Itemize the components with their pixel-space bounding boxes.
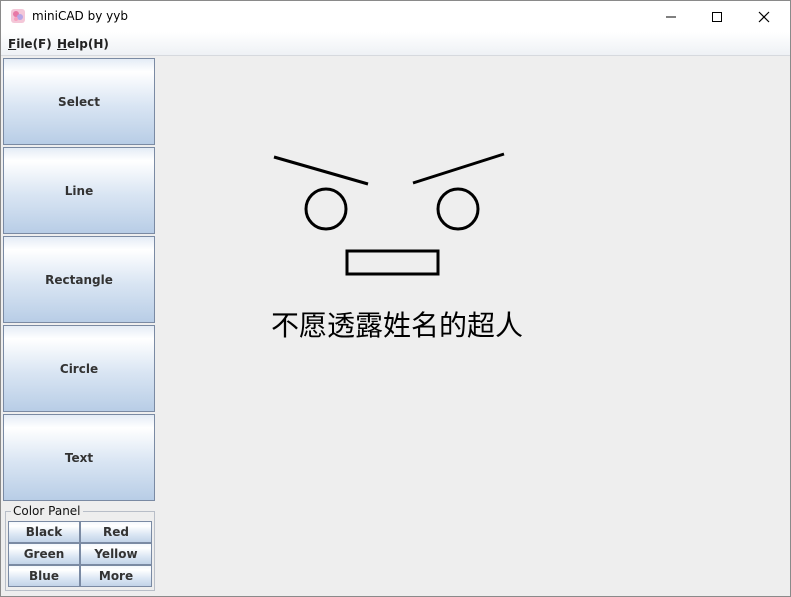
menu-bar: File(F) Help(H) bbox=[1, 32, 790, 56]
left-eye-circle[interactable] bbox=[304, 187, 348, 231]
color-black-label: Black bbox=[25, 525, 63, 539]
drawing-canvas[interactable]: 不愿透露姓名的超人 bbox=[158, 56, 790, 596]
minimize-button[interactable] bbox=[648, 1, 694, 32]
window-title: miniCAD by yyb bbox=[32, 9, 128, 23]
color-panel-title: Color Panel bbox=[11, 504, 83, 518]
menu-file[interactable]: File(F) bbox=[8, 37, 52, 51]
color-red-button[interactable]: Red bbox=[80, 521, 152, 543]
maximize-icon bbox=[712, 11, 722, 22]
rectangle-tool-label: Rectangle bbox=[45, 272, 113, 287]
color-more-label: More bbox=[98, 569, 134, 583]
select-tool-button[interactable]: Select bbox=[3, 58, 155, 145]
maximize-button[interactable] bbox=[694, 1, 740, 32]
color-blue-button[interactable]: Blue bbox=[8, 565, 80, 587]
color-green-button[interactable]: Green bbox=[8, 543, 80, 565]
minimize-icon bbox=[666, 16, 676, 17]
line-tool-button[interactable]: Line bbox=[3, 147, 155, 234]
mouth-rectangle[interactable] bbox=[345, 249, 440, 276]
text-tool-button[interactable]: Text bbox=[3, 414, 155, 501]
color-red-label: Red bbox=[103, 525, 129, 539]
app-icon bbox=[11, 9, 25, 23]
right-eyebrow-line[interactable] bbox=[412, 152, 505, 185]
title-bar[interactable]: miniCAD by yyb bbox=[1, 1, 790, 32]
menu-help[interactable]: Help(H) bbox=[57, 37, 109, 51]
app-window: miniCAD by yyb File(F) Help(H) Select Li… bbox=[0, 0, 791, 597]
left-eyebrow-line[interactable] bbox=[273, 155, 369, 186]
select-tool-label: Select bbox=[58, 94, 100, 109]
color-black-button[interactable]: Black bbox=[8, 521, 80, 543]
text-tool-label: Text bbox=[64, 450, 94, 465]
circle-tool-label: Circle bbox=[59, 361, 99, 376]
canvas-text[interactable]: 不愿透露姓名的超人 bbox=[271, 304, 523, 344]
color-yellow-button[interactable]: Yellow bbox=[80, 543, 152, 565]
color-yellow-label: Yellow bbox=[94, 547, 138, 561]
right-eye-circle[interactable] bbox=[436, 187, 480, 231]
color-green-label: Green bbox=[23, 547, 65, 561]
close-icon bbox=[758, 11, 770, 22]
circle-tool-button[interactable]: Circle bbox=[3, 325, 155, 412]
rectangle-tool-button[interactable]: Rectangle bbox=[3, 236, 155, 323]
color-blue-label: Blue bbox=[29, 569, 59, 583]
color-more-button[interactable]: More bbox=[80, 565, 152, 587]
close-button[interactable] bbox=[741, 1, 787, 32]
line-tool-label: Line bbox=[64, 183, 94, 198]
